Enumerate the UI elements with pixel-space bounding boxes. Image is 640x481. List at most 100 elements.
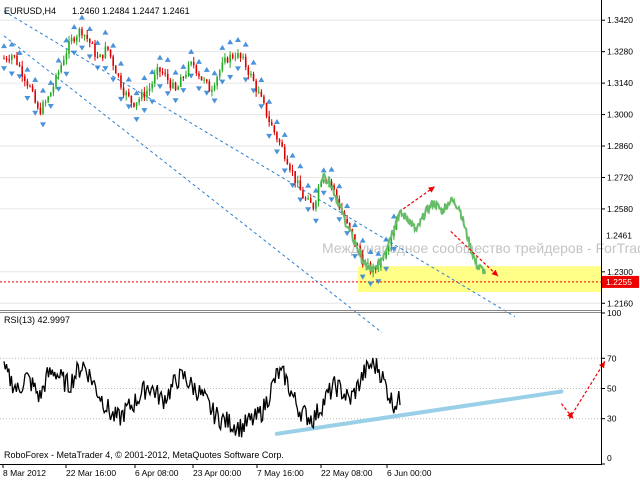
- candle: [211, 89, 213, 92]
- rsi-tick-label: 100: [607, 308, 621, 318]
- candle: [190, 61, 192, 65]
- candle: [78, 28, 81, 37]
- candle: [44, 101, 47, 103]
- candle: [133, 102, 135, 107]
- candle: [5, 58, 8, 60]
- candle: [47, 96, 49, 102]
- rsi-label: RSI(13) 42.9997: [4, 315, 70, 325]
- price-tick-label: 1.2860: [607, 141, 633, 151]
- candle: [148, 88, 151, 91]
- candle: [109, 49, 112, 57]
- candle: [151, 83, 153, 89]
- candle: [153, 74, 156, 84]
- candle: [140, 92, 143, 99]
- candle: [34, 90, 36, 103]
- candle: [257, 91, 260, 93]
- candle: [302, 190, 304, 199]
- candle: [309, 198, 312, 203]
- candle: [250, 73, 252, 75]
- candle: [68, 41, 70, 54]
- rsi-tick-label: 50: [607, 384, 617, 394]
- price-tick-label: 1.3140: [607, 78, 633, 88]
- candle: [101, 54, 104, 59]
- candle: [96, 56, 99, 58]
- candle: [195, 65, 198, 74]
- candle: [55, 74, 57, 87]
- support-price-badge: 1.2255: [606, 277, 632, 287]
- candle: [252, 73, 255, 81]
- candle: [265, 103, 268, 117]
- candle: [216, 76, 218, 86]
- candle: [91, 42, 94, 44]
- price-tick-label: 1.3000: [607, 110, 633, 120]
- candle: [3, 58, 5, 60]
- candle: [283, 146, 286, 159]
- chart-canvas: Международное сообщество трейдеров - For…: [0, 0, 640, 481]
- candle: [26, 81, 29, 86]
- candle: [135, 102, 138, 107]
- candle: [62, 59, 65, 66]
- candle: [213, 85, 216, 90]
- time-tick-label: 6 Apr 08:00: [135, 468, 179, 478]
- candle: [242, 56, 244, 58]
- candle: [304, 198, 307, 200]
- candle: [75, 36, 78, 42]
- candle: [312, 202, 315, 209]
- candle: [13, 55, 16, 57]
- candle: [104, 46, 107, 59]
- candle: [268, 116, 270, 123]
- candle: [172, 82, 174, 89]
- candle: [203, 79, 205, 81]
- candle: [299, 180, 302, 191]
- candle: [23, 76, 26, 82]
- candle: [367, 262, 369, 264]
- current-price-badge: 1.2461: [606, 231, 632, 241]
- candle: [187, 64, 190, 75]
- candle: [185, 74, 187, 78]
- price-tick-label: 1.3420: [607, 15, 633, 25]
- time-tick-label: 6 Jun 00:00: [387, 468, 432, 478]
- candle: [286, 158, 289, 165]
- candle: [18, 64, 21, 67]
- candle: [117, 73, 120, 76]
- candle: [229, 54, 231, 63]
- candle: [346, 218, 348, 223]
- candle: [315, 201, 317, 209]
- candle: [200, 76, 203, 81]
- candle: [8, 59, 10, 61]
- candle: [57, 72, 60, 75]
- candle: [208, 81, 211, 92]
- candle: [289, 164, 291, 171]
- candle: [114, 65, 117, 74]
- candle: [166, 73, 169, 81]
- candle: [174, 82, 177, 90]
- candle: [49, 92, 52, 97]
- price-tick-label: 1.2160: [607, 298, 633, 308]
- candle: [296, 180, 299, 183]
- candle: [192, 61, 195, 66]
- candle: [169, 80, 172, 89]
- candle: [39, 107, 42, 114]
- copyright-text: RoboForex - MetaTrader 4, © 2001-2012, M…: [4, 450, 284, 460]
- candle: [143, 92, 146, 98]
- candle: [159, 67, 161, 72]
- candle: [127, 92, 130, 96]
- candle: [65, 53, 68, 60]
- candle: [198, 73, 200, 77]
- price-tick-label: 1.2580: [607, 204, 633, 214]
- candle: [99, 54, 101, 58]
- candle: [125, 92, 127, 96]
- candle: [247, 67, 250, 75]
- price-tick-label: 1.3280: [607, 47, 633, 57]
- candle: [231, 54, 234, 58]
- candle: [218, 70, 221, 77]
- candle: [42, 102, 44, 114]
- time-tick-label: 8 Mar 2012: [3, 468, 46, 478]
- ohlc-label: 1.2460 1.2484 1.2447 1.2461: [72, 6, 190, 16]
- candle: [10, 55, 13, 60]
- candle: [226, 57, 229, 63]
- candle: [138, 98, 140, 103]
- candle: [31, 86, 34, 91]
- price-tick-label: 1.2300: [607, 267, 633, 277]
- candle: [73, 38, 75, 42]
